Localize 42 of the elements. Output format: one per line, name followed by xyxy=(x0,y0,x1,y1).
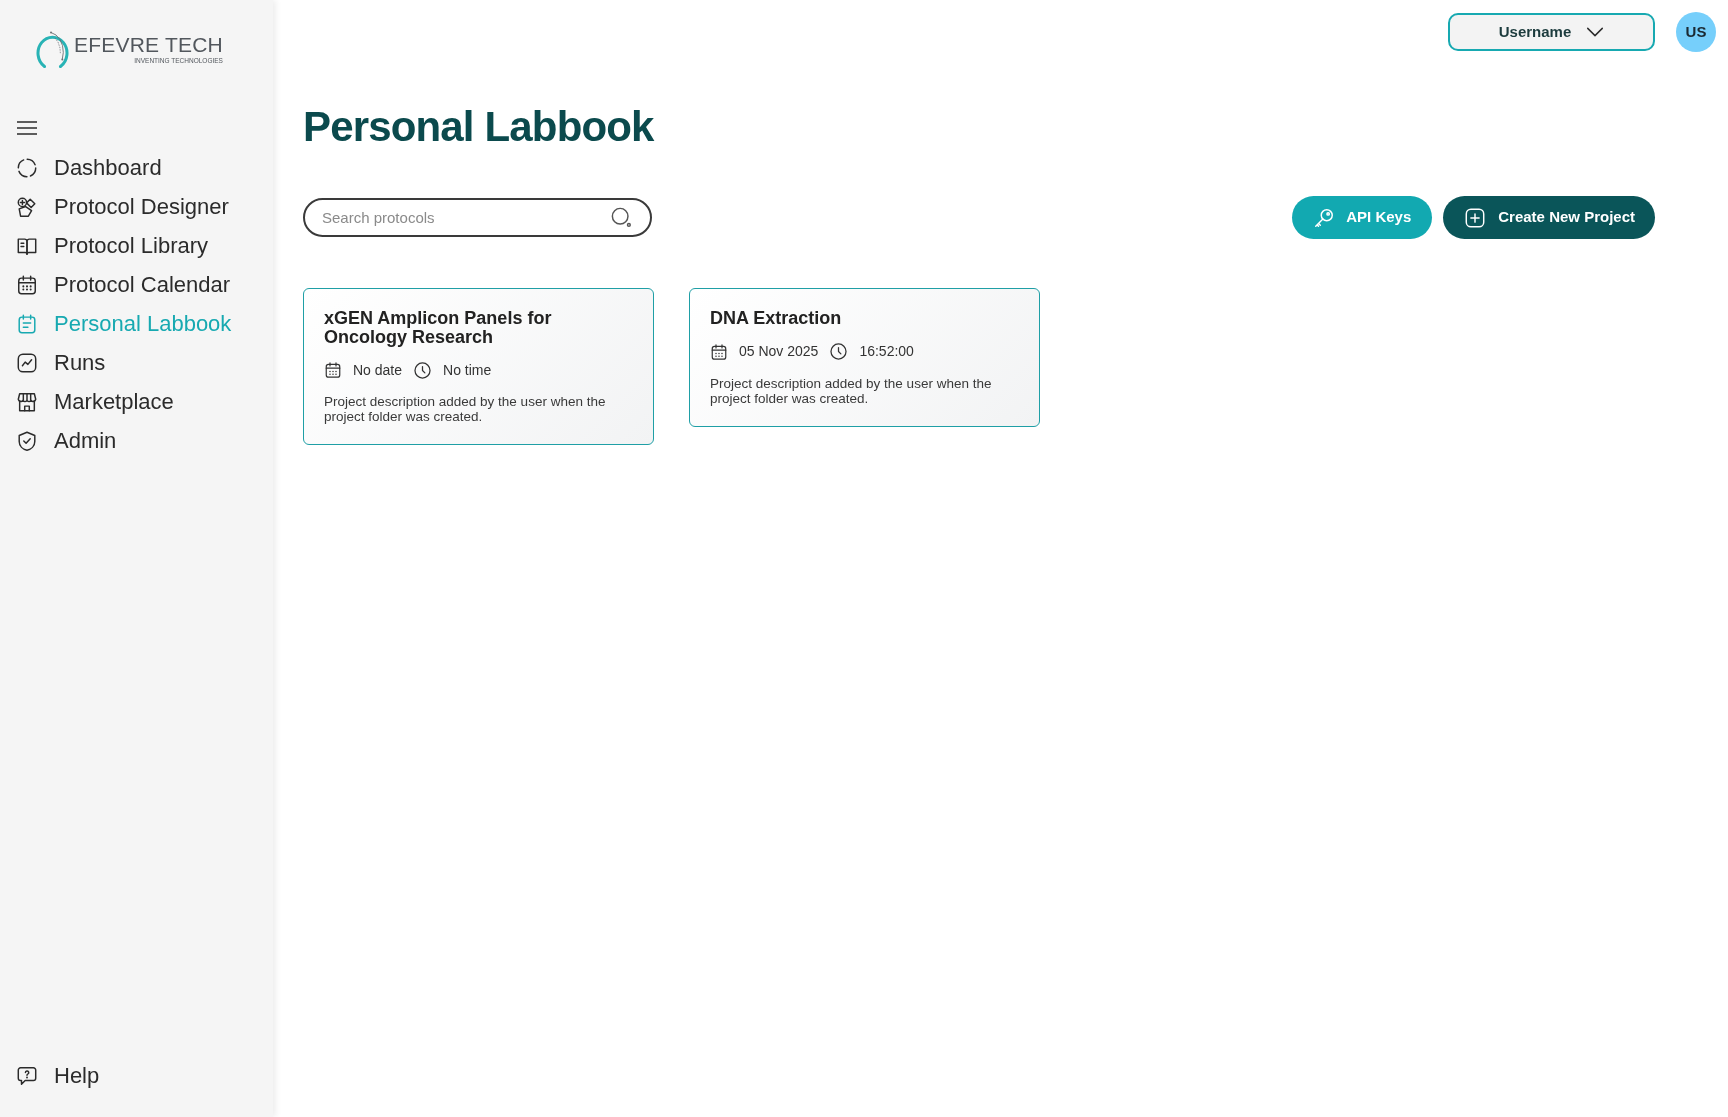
chevron-down-icon xyxy=(1586,27,1605,37)
nav-item[interactable]: Runs xyxy=(16,343,263,382)
calendar-icon xyxy=(710,342,728,361)
key-icon xyxy=(1313,206,1336,229)
project-card[interactable]: DNA Extraction 05 Nov 2025 16:52:00 Project description added by the user when the project folder was created. xyxy=(689,288,1040,427)
logo-text: EFEVRE TECH xyxy=(74,34,223,55)
help-icon xyxy=(16,1064,38,1087)
calendar-icon xyxy=(16,273,38,296)
shapes-icon xyxy=(16,195,38,218)
nav-item[interactable]: Protocol Library xyxy=(16,226,263,265)
avatar[interactable]: US xyxy=(1676,12,1716,52)
nav-item[interactable]: Protocol Designer xyxy=(16,187,263,226)
storefront-icon xyxy=(16,390,38,413)
card-description: Project description added by the user when the project folder was created. xyxy=(324,394,607,424)
shield-check-icon xyxy=(16,429,38,452)
card-description: Project description added by the user when the project folder was created. xyxy=(710,375,993,406)
ring-icon xyxy=(16,156,38,179)
page-title: Personal Labbook xyxy=(303,106,654,148)
nav-item[interactable]: Marketplace xyxy=(16,382,263,421)
card-title: xGEN Amplicon Panels for Oncology Research xyxy=(324,309,553,346)
search-field[interactable]: Search protocols xyxy=(303,198,652,237)
project-card[interactable]: xGEN Amplicon Panels for Oncology Research No date No time Project description added by the user when the project folder was created. xyxy=(303,288,654,445)
user-menu-button[interactable]: Username xyxy=(1448,13,1655,51)
card-title: DNA Extraction xyxy=(710,309,843,328)
nav-item[interactable]: Dashboard xyxy=(16,148,263,187)
plus-square-icon xyxy=(1464,206,1487,229)
chart-icon xyxy=(16,351,38,374)
nav-item[interactable]: Admin xyxy=(16,421,263,460)
search-icon xyxy=(611,206,633,229)
date-text: No date xyxy=(353,360,403,380)
clock-icon xyxy=(413,360,433,380)
logo-icon xyxy=(36,31,69,68)
clock-icon xyxy=(829,342,849,361)
calendar-icon xyxy=(324,361,342,379)
notepad-icon xyxy=(16,312,38,335)
time-text: No time xyxy=(443,360,492,380)
action-button[interactable]: Create New Project xyxy=(1443,196,1655,239)
nav-item[interactable]: Protocol Calendar xyxy=(16,265,263,304)
date-text: 05 Nov 2025 xyxy=(739,342,819,361)
nav-item[interactable]: Help xyxy=(16,1056,263,1095)
time-text: 16:52:00 xyxy=(859,342,914,361)
menu-icon[interactable] xyxy=(17,121,37,135)
